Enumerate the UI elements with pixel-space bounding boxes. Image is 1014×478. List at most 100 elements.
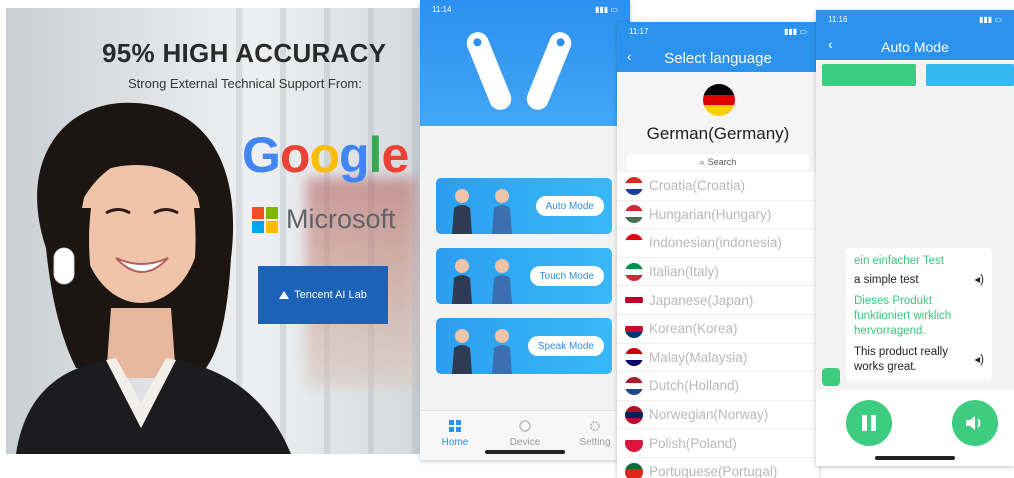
tab-setting[interactable]: Setting [565,419,625,460]
language-name: Dutch(Holland) [649,378,740,394]
device-icon [519,420,531,432]
home-indicator [875,456,955,460]
mode-button-label: Touch Mode [529,266,604,286]
language-list-item[interactable]: Polish(Poland) [617,429,819,458]
language-list-item[interactable]: Malay(Malaysia) [617,344,819,373]
tab-device-label: Device [509,437,541,448]
microsoft-windows-icon [252,206,278,233]
google-letter: g [339,127,370,183]
page-title: Auto Mode [881,39,949,55]
microsoft-logo: Microsoft [252,204,396,235]
country-flag-icon [625,405,643,424]
language-list-item[interactable]: Croatia(Croatia) [617,172,819,201]
tab-setting-label: Setting [579,437,611,448]
status-time: 11:14 [432,4,452,14]
message-translation: a simple test ◂) [854,273,984,288]
subline: Strong External Technical Support From: [128,76,362,91]
message-translation: This product really works great. ◂) [854,345,984,375]
phone-home-screen: 11:14 ▮▮▮ ▭ Auto Mode Touch Mode Speak Mod… [420,0,630,460]
home-hero: 11:14 ▮▮▮ ▭ [420,0,630,126]
status-time: 11:17 [629,26,649,36]
headline: 95% HIGH ACCURACY [102,38,387,68]
control-footer [816,390,1014,466]
country-flag-icon [625,176,643,195]
source-language-button[interactable] [822,64,916,86]
speaker-icon [966,416,981,430]
tencent-label: Tencent AI Lab [294,289,367,301]
home-indicator [485,450,565,454]
language-list-item[interactable]: Korean(Korea) [617,315,819,344]
language-name: Portuguese(Portugal) [649,464,778,478]
language-list-item[interactable]: Hungarian(Hungary) [617,201,819,230]
pause-button[interactable] [846,400,892,446]
country-flag-icon [625,376,643,395]
language-name: Italian(Italy) [649,264,719,280]
microsoft-wordmark: Microsoft [286,204,396,234]
google-letter: l [368,127,383,183]
speaker-button[interactable] [952,400,998,446]
mode-card[interactable]: Auto Mode [436,178,612,234]
people-illustration-icon [452,259,512,304]
message-translation-text: a simple test [854,274,919,286]
tab-home[interactable]: Home [425,419,485,460]
conversation-bubble: ein einfacher Test a simple test ◂) Dies… [846,248,992,381]
tencent-ai-lab-logo: Tencent AI Lab [258,266,388,324]
microsoft-square [266,220,278,233]
gear-icon [590,421,600,431]
nav-header: 11:17 ▮▮▮ ▭ ‹ Select language [617,22,819,72]
country-flag-icon [625,233,643,252]
mode-card[interactable]: Speak Mode [436,318,612,374]
language-name: Polish(Poland) [649,435,737,451]
language-list-item[interactable]: Japanese(Japan) [617,286,819,315]
battery-icon: ▮▮▮ ▭ [784,26,807,36]
product-collage: 95% HIGH ACCURACY Strong External Techni… [0,0,1014,478]
google-letter: o [279,127,311,183]
promo-banner: 95% HIGH ACCURACY Strong External Techni… [6,8,420,454]
google-letter: G [242,127,281,183]
microsoft-square [266,206,278,219]
language-list-item[interactable]: Dutch(Holland) [617,372,819,401]
language-list-item[interactable]: Indonesian(indonesia) [617,229,819,258]
language-name: Japanese(Japan) [649,292,754,308]
language-list-item[interactable]: Norwegian(Norway) [617,401,819,430]
country-flag-icon [625,291,643,310]
mode-button-label: Speak Mode [527,336,604,356]
search-input[interactable]: ⌕ Search [627,154,809,170]
language-pair-bar [816,60,1014,90]
mode-button-label: Auto Mode [535,196,604,216]
country-flag-icon [625,205,643,224]
search-placeholder: Search [707,157,737,167]
language-name: Croatia(Croatia) [649,178,746,194]
microsoft-square [252,220,264,233]
google-letter: o [309,127,340,183]
current-language: German(Germany) [646,124,790,143]
google-logo: Google [242,126,409,184]
status-bar: 11:16 ▮▮▮ ▭ [816,10,1014,28]
speaker-icon[interactable]: ◂) [974,353,984,368]
people-illustration-icon [452,189,512,234]
chat-icon [822,368,840,386]
country-flag-icon [625,462,643,478]
language-name: Korean(Korea) [649,321,738,337]
language-name: Malay(Malaysia) [649,349,748,365]
language-list-item[interactable]: Portuguese(Portugal) [617,458,819,478]
battery-icon: ▮▮▮ ▭ [979,14,1002,24]
battery-icon: ▮▮▮ ▭ [595,4,618,14]
mode-card[interactable]: Touch Mode [436,248,612,304]
message-source: ein einfacher Test [854,255,944,267]
microsoft-square [252,206,264,219]
language-name: Norwegian(Norway) [649,407,769,423]
speaker-icon[interactable]: ◂) [974,273,984,288]
home-grid-icon [449,420,461,432]
language-list-item[interactable]: Italian(Italy) [617,258,819,287]
germany-flag-icon [703,84,735,116]
nav-header: 11:16 ▮▮▮ ▭ ‹ Auto Mode [816,10,1014,60]
target-language-button[interactable] [926,64,1014,86]
selected-language-panel: German(Germany) ⌕ Search [617,72,819,172]
page-title: Select language [664,50,772,67]
language-name: Indonesian(indonesia) [649,235,782,251]
status-bar: 11:17 ▮▮▮ ▭ [617,22,819,40]
country-flag-icon [625,262,643,281]
phone-auto-mode-screen: 11:16 ▮▮▮ ▭ ‹ Auto Mode ein einfacher Te… [816,10,1014,466]
people-illustration-icon [452,329,512,374]
